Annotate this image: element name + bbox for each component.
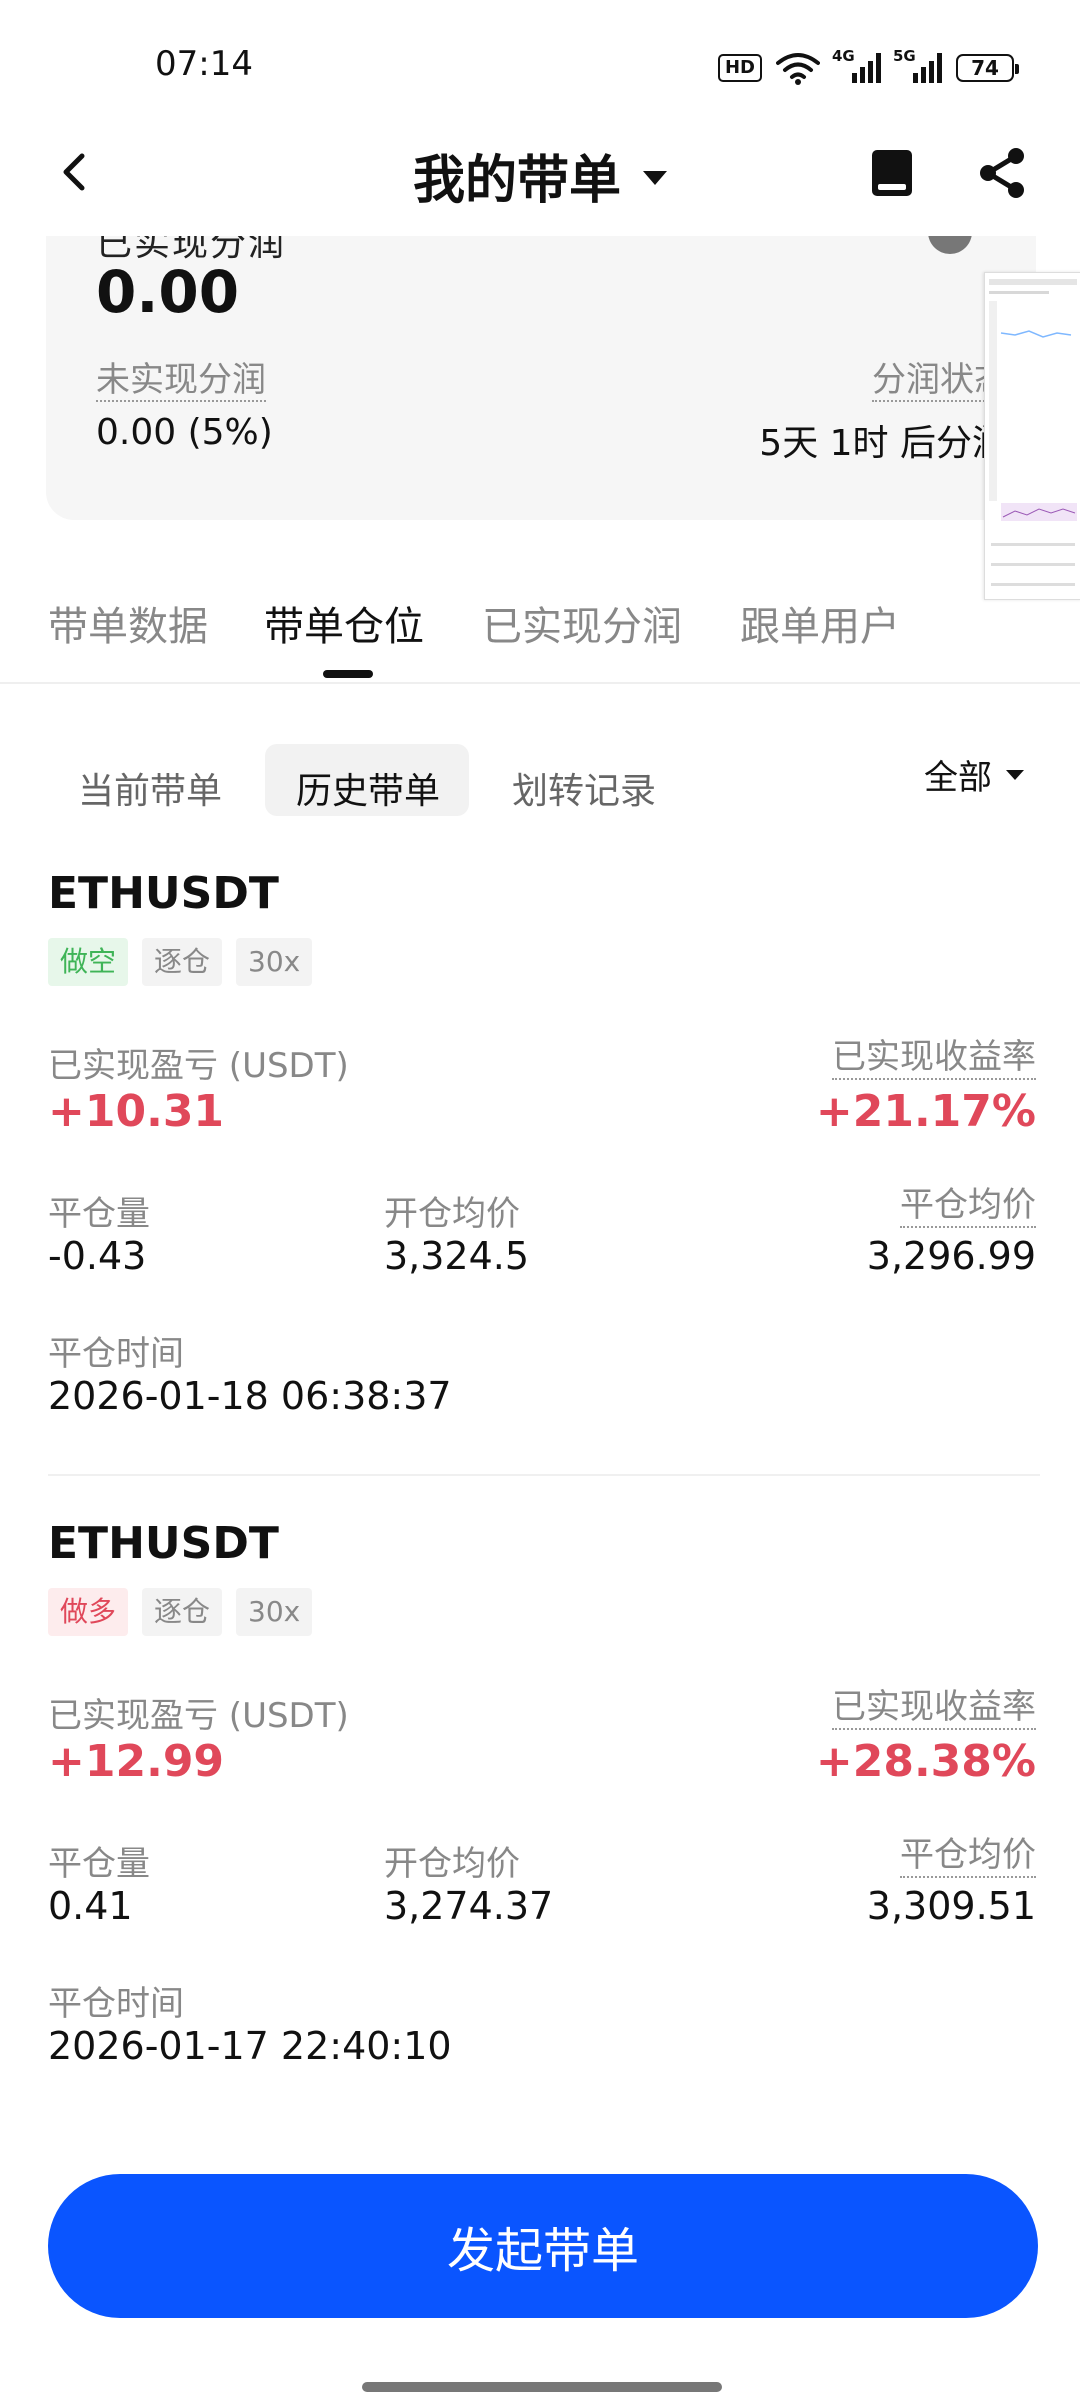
profit-share-card: 已实现分润 0.00 未实现分润 0.00 (5%) 分润状态 5天 1时 后分… bbox=[46, 236, 1036, 520]
open-price-label: 开仓均价 bbox=[384, 1194, 520, 1234]
close-qty-value: -0.43 bbox=[48, 1234, 147, 1278]
tab-copy-data[interactable]: 带单数据 bbox=[48, 594, 208, 652]
close-time-value: 2026-01-18 06:38:37 bbox=[48, 1374, 452, 1418]
realized-roi-label[interactable]: 已实现收益率 bbox=[832, 1036, 1036, 1080]
share-status-value: 5天 1时 后分润 bbox=[759, 423, 1008, 464]
battery-icon: 74 bbox=[956, 54, 1019, 82]
title-dropdown[interactable]: 我的带单 bbox=[0, 138, 1080, 213]
tab-realized-share[interactable]: 已实现分润 bbox=[482, 594, 682, 652]
filter-dropdown[interactable]: 全部 bbox=[924, 750, 1024, 799]
realized-pnl-label: 已实现盈亏 (USDT) bbox=[48, 1046, 349, 1086]
status-time: 07:14 bbox=[155, 44, 253, 84]
close-price-value: 3,309.51 bbox=[866, 1884, 1036, 1928]
side-badge: 做多 bbox=[48, 1588, 129, 1636]
close-time-label: 平仓时间 bbox=[48, 1984, 184, 2024]
wifi-icon bbox=[776, 53, 820, 85]
open-price-value: 3,274.37 bbox=[384, 1884, 554, 1928]
close-price-label[interactable]: 平仓均价 bbox=[900, 1184, 1036, 1228]
tabs-divider bbox=[0, 682, 1080, 684]
filter-label: 全部 bbox=[924, 758, 992, 798]
status-icons: HD 4G 5G 74 bbox=[717, 47, 1019, 88]
position-symbol: ETHUSDT bbox=[48, 868, 279, 919]
segment-transfers[interactable]: 划转记录 bbox=[512, 762, 656, 814]
caret-down-icon bbox=[1006, 769, 1024, 780]
tab-copy-positions[interactable]: 带单仓位 bbox=[264, 594, 424, 652]
open-price-label: 开仓均价 bbox=[384, 1844, 520, 1884]
realized-pnl-value: +10.31 bbox=[48, 1086, 225, 1137]
start-copy-trading-button[interactable]: 发起带单 bbox=[48, 2174, 1038, 2318]
close-time-label: 平仓时间 bbox=[48, 1334, 184, 1374]
realized-roi-label[interactable]: 已实现收益率 bbox=[832, 1686, 1036, 1730]
unrealized-share-value: 0.00 (5%) bbox=[96, 412, 273, 453]
settings-icon[interactable] bbox=[928, 236, 972, 254]
floating-preview-thumbnail[interactable] bbox=[984, 272, 1080, 600]
close-qty-value: 0.41 bbox=[48, 1884, 133, 1928]
close-time-value: 2026-01-17 22:40:10 bbox=[48, 2024, 452, 2068]
leverage-badge: 30x bbox=[236, 1588, 313, 1636]
realized-pnl-label: 已实现盈亏 (USDT) bbox=[48, 1696, 349, 1736]
segment-current[interactable]: 当前带单 bbox=[78, 762, 222, 814]
active-tab-indicator bbox=[323, 670, 373, 678]
share-icon[interactable] bbox=[976, 146, 1028, 200]
book-icon[interactable] bbox=[870, 148, 914, 200]
realized-roi-value: +21.17% bbox=[815, 1086, 1036, 1137]
segment-history[interactable]: 历史带单 bbox=[296, 762, 440, 814]
signal-4g-icon: 4G bbox=[832, 47, 881, 83]
signal-5g-icon: 5G bbox=[893, 47, 942, 83]
signal-4g-label: 4G bbox=[832, 47, 855, 65]
position-tags: 做多 逐仓 30x bbox=[48, 1588, 313, 1636]
close-qty-label: 平仓量 bbox=[48, 1844, 150, 1884]
leverage-badge: 30x bbox=[236, 938, 313, 986]
close-price-value: 3,296.99 bbox=[866, 1234, 1036, 1278]
position-tags: 做空 逐仓 30x bbox=[48, 938, 313, 986]
signal-5g-label: 5G bbox=[893, 47, 916, 65]
margin-badge: 逐仓 bbox=[142, 1588, 223, 1636]
close-qty-label: 平仓量 bbox=[48, 1194, 150, 1234]
hd-icon: HD bbox=[717, 54, 762, 82]
realized-pnl-value: +12.99 bbox=[48, 1736, 225, 1787]
close-price-label[interactable]: 平仓均价 bbox=[900, 1834, 1036, 1878]
page-title: 我的带单 bbox=[412, 151, 621, 211]
home-indicator[interactable] bbox=[362, 2382, 722, 2392]
position-symbol: ETHUSDT bbox=[48, 1518, 279, 1569]
side-badge: 做空 bbox=[48, 938, 129, 986]
realized-roi-value: +28.38% bbox=[815, 1736, 1036, 1787]
unrealized-share-label[interactable]: 未实现分润 bbox=[96, 360, 266, 402]
caret-down-icon bbox=[643, 170, 667, 185]
position-divider bbox=[48, 1474, 1040, 1476]
tab-followers[interactable]: 跟单用户 bbox=[740, 594, 900, 652]
open-price-value: 3,324.5 bbox=[384, 1234, 530, 1278]
margin-badge: 逐仓 bbox=[142, 938, 223, 986]
realized-share-value: 0.00 bbox=[96, 258, 240, 326]
